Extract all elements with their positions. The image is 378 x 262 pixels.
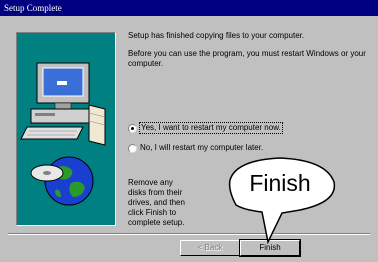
restart-now-label[interactable]: Yes, I want to restart my computer now. [139,122,283,134]
finish-button[interactable]: Finish [239,239,301,257]
restart-required-message: Before you can use the program, you must… [128,49,366,68]
back-button[interactable]: < Back [180,240,240,256]
finish-callout-text: Finish [249,170,311,196]
globe-icon [30,156,94,206]
restart-later-radio[interactable] [128,143,137,153]
restart-now-option[interactable]: Yes, I want to restart my computer now. [128,122,283,134]
title-bar: Setup Complete [0,0,378,16]
restart-now-radio[interactable] [128,123,137,133]
setup-dialog: Setup Complete Setup has finished copyin… [0,0,378,262]
restart-later-option[interactable]: No, I will restart my computer later. [128,142,263,154]
remove-disks-message: Remove any disks from their drives, and … [128,178,185,227]
setup-illustration-panel [16,32,116,226]
restart-later-label[interactable]: No, I will restart my computer later. [140,143,263,153]
button-divider [8,233,370,235]
setup-finished-message: Setup has finished copying files to your… [128,31,305,40]
